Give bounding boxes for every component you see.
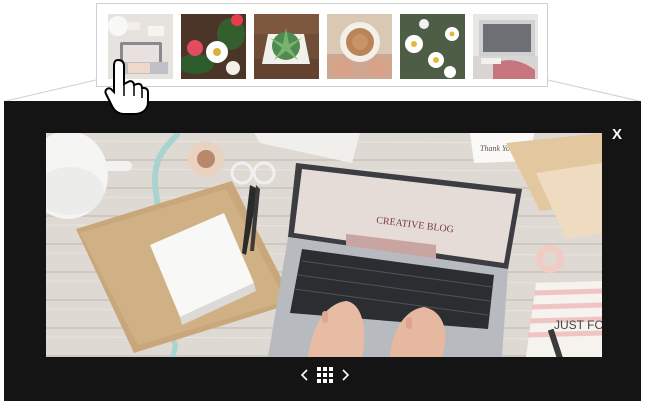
thumbnail-laptop-desk[interactable] xyxy=(108,14,173,79)
chevron-left-icon xyxy=(300,369,308,381)
laptop-desk-photo xyxy=(108,14,173,79)
thumbnail-flowers[interactable] xyxy=(181,14,246,79)
laptop-pink-photo xyxy=(473,14,538,79)
thumbnail-daisies[interactable] xyxy=(400,14,465,79)
succulent-photo xyxy=(254,14,319,79)
grid-icon xyxy=(317,367,321,371)
main-photo: CREATIVE BLOG Thank You JUST FO xyxy=(46,133,602,357)
prev-button[interactable] xyxy=(297,367,313,383)
daisies-photo xyxy=(400,14,465,79)
chevron-right-icon xyxy=(342,369,350,381)
thumbnail-laptop-pink[interactable] xyxy=(473,14,538,79)
lightbox: CREATIVE BLOG Thank You JUST FO X xyxy=(4,101,641,401)
laptop-desk-main-photo: CREATIVE BLOG Thank You JUST FO xyxy=(46,133,602,357)
lightbox-nav xyxy=(297,367,353,383)
thumbnail-succulent[interactable] xyxy=(254,14,319,79)
coffee-cup-photo xyxy=(327,14,392,79)
flowers-photo xyxy=(181,14,246,79)
next-button[interactable] xyxy=(337,367,353,383)
notebook-text: JUST FOR xyxy=(554,318,602,332)
close-button[interactable]: X xyxy=(607,125,627,145)
grid-view-button[interactable] xyxy=(317,367,333,383)
thumbnail-strip xyxy=(96,3,548,87)
thumbnail-coffee-cup[interactable] xyxy=(327,14,392,79)
